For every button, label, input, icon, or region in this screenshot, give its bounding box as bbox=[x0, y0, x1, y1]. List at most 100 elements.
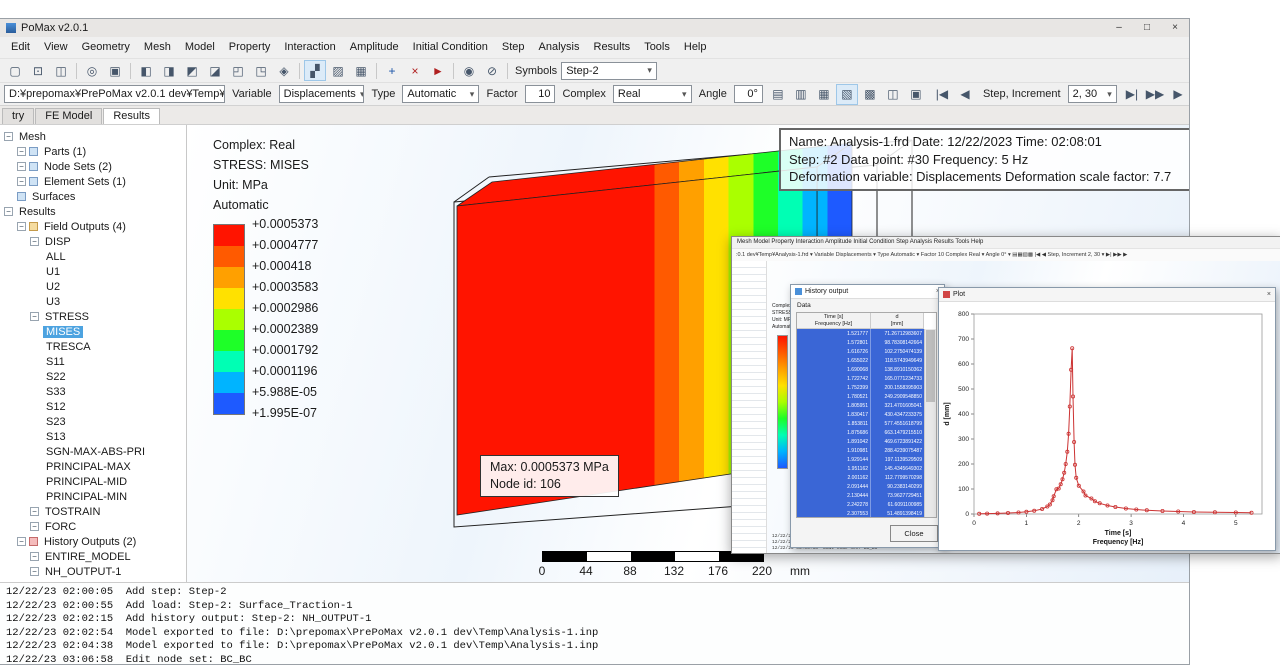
transparency-icon[interactable]: ▨ bbox=[327, 60, 349, 81]
tree-item-s11[interactable]: S11 bbox=[0, 354, 186, 369]
table-row[interactable]: 1.722742 165.0771234733 bbox=[797, 374, 924, 383]
tree-item-s13[interactable]: S13 bbox=[0, 429, 186, 444]
no-contour-icon[interactable]: ▩ bbox=[859, 84, 881, 105]
scrollbar-thumb[interactable] bbox=[926, 330, 935, 402]
table-row[interactable]: 1.655022 118.5743949649 bbox=[797, 356, 924, 365]
table-row[interactable]: 1.572801 98.78308142664 bbox=[797, 338, 924, 347]
expander-icon[interactable] bbox=[30, 552, 39, 561]
front-view-icon[interactable]: ◧ bbox=[135, 60, 157, 81]
menu-item-property[interactable]: Property bbox=[222, 37, 278, 58]
table-row[interactable]: 1.853811 577.4551618799 bbox=[797, 419, 924, 428]
results-file-dropdown[interactable]: D:¥prepomax¥PrePoMax v2.0.1 dev¥Temp¥Ana… bbox=[4, 85, 226, 103]
hide-icon[interactable]: ⊘ bbox=[481, 60, 503, 81]
tree-item-surfaces[interactable]: Surfaces bbox=[0, 189, 186, 204]
table-row[interactable]: 2.242278 61.6091100985 bbox=[797, 500, 924, 509]
menu-item-interaction[interactable]: Interaction bbox=[277, 37, 342, 58]
bottom-view-icon[interactable]: ◳ bbox=[250, 60, 272, 81]
animate-icon[interactable]: ◫ bbox=[882, 84, 904, 105]
table-row[interactable]: 1.780521 249.2909548850 bbox=[797, 392, 924, 401]
tree-item-disp[interactable]: DISP bbox=[0, 234, 186, 249]
history-dialog-titlebar[interactable]: History output × bbox=[791, 285, 944, 299]
expander-icon[interactable] bbox=[30, 312, 39, 321]
close-button[interactable]: × bbox=[1161, 19, 1189, 37]
undeformed-icon[interactable]: ▥ bbox=[790, 84, 812, 105]
tree-item-stress[interactable]: STRESS bbox=[0, 309, 186, 324]
tree-item-results[interactable]: Results bbox=[0, 204, 186, 219]
variable-dropdown[interactable]: Displacements bbox=[278, 85, 365, 103]
expander-icon[interactable] bbox=[4, 132, 13, 141]
history-output-dialog[interactable]: History output × Data Time [s] Frequency… bbox=[790, 284, 945, 548]
expander-icon[interactable] bbox=[30, 237, 39, 246]
last-increment-icon[interactable]: ▶▶ bbox=[1144, 84, 1166, 105]
tab-results[interactable]: Results bbox=[103, 108, 160, 124]
tree-item-node-sets-2[interactable]: Node Sets (2) bbox=[0, 159, 186, 174]
plot-window[interactable]: Plot × 0 100 200 300 400 500 600 700 800 0 1 2 3 4 5 Ti… bbox=[938, 287, 1276, 551]
tree-item-s23[interactable]: S23 bbox=[0, 414, 186, 429]
tree-item-tresca[interactable]: TRESCA bbox=[0, 339, 186, 354]
tab-try[interactable]: try bbox=[2, 108, 35, 124]
angle-input[interactable]: 0° bbox=[733, 85, 763, 103]
table-row[interactable]: 1.875686 663.1479215510 bbox=[797, 428, 924, 437]
tree-item-mises[interactable]: MISES bbox=[0, 324, 186, 339]
secondary-menu-bar[interactable]: Mesh Model Property Interaction Amplitud… bbox=[732, 237, 1280, 248]
right-view-icon[interactable]: ◪ bbox=[204, 60, 226, 81]
table-row[interactable]: 1.690068 138.8910150362 bbox=[797, 365, 924, 374]
previous-increment-icon[interactable]: ◀ bbox=[954, 84, 976, 105]
remove-annotations-icon[interactable]: × bbox=[404, 60, 426, 81]
secondary-window[interactable]: Mesh Model Property Interaction Amplitud… bbox=[731, 236, 1280, 554]
complex-dropdown[interactable]: Real bbox=[612, 85, 692, 103]
tree-item-all[interactable]: ALL bbox=[0, 249, 186, 264]
tree-item-u3[interactable]: U3 bbox=[0, 294, 186, 309]
expander-icon[interactable] bbox=[17, 177, 26, 186]
deformed-undeformed-icon[interactable]: ▦ bbox=[813, 84, 835, 105]
tree-item-s12[interactable]: S12 bbox=[0, 399, 186, 414]
menu-item-geometry[interactable]: Geometry bbox=[75, 37, 137, 58]
secondary-toolbar[interactable]: :0.1 dev¥Temp¥Analysis-1.frd ▾ Variable … bbox=[732, 248, 1280, 262]
tree-item-nh-output-1[interactable]: NH_OUTPUT-1 bbox=[0, 564, 186, 579]
table-row[interactable]: 1.805951 321.4701605041 bbox=[797, 401, 924, 410]
left-view-icon[interactable]: ◩ bbox=[181, 60, 203, 81]
table-scrollbar[interactable] bbox=[924, 329, 936, 517]
close-dialog-button[interactable]: Close bbox=[890, 525, 938, 542]
tree-item-forc[interactable]: FORC bbox=[0, 519, 186, 534]
fit-view-icon[interactable]: ▣ bbox=[104, 60, 126, 81]
back-view-icon[interactable]: ◨ bbox=[158, 60, 180, 81]
tree-item-mesh[interactable]: Mesh bbox=[0, 129, 186, 144]
new-file-icon[interactable]: ▢ bbox=[4, 60, 26, 81]
tree-item-s22[interactable]: S22 bbox=[0, 369, 186, 384]
table-row[interactable]: 2.130444 73.9627729451 bbox=[797, 491, 924, 500]
tree-item-entire-model[interactable]: ENTIRE_MODEL bbox=[0, 549, 186, 564]
minimize-button[interactable]: – bbox=[1105, 19, 1133, 37]
wireframe-icon[interactable]: ▦ bbox=[350, 60, 372, 81]
tree-item-element-sets-1[interactable]: Element Sets (1) bbox=[0, 174, 186, 189]
open-file-icon[interactable]: ⊡ bbox=[27, 60, 49, 81]
play-animation-icon[interactable]: ▶ bbox=[1167, 84, 1189, 105]
table-row[interactable]: 1.910981 288.4239075487 bbox=[797, 446, 924, 455]
menu-item-help[interactable]: Help bbox=[677, 37, 714, 58]
iso-view-icon[interactable]: ◈ bbox=[273, 60, 295, 81]
expander-icon[interactable] bbox=[17, 162, 26, 171]
tree-item-parts-1[interactable]: Parts (1) bbox=[0, 144, 186, 159]
tree-item-sgn-max-abs-pri[interactable]: SGN-MAX-ABS-PRI bbox=[0, 444, 186, 459]
tree-item-field-outputs-4[interactable]: Field Outputs (4) bbox=[0, 219, 186, 234]
table-row[interactable]: 1.521777 71.26712983607 bbox=[797, 329, 924, 338]
section-view-icon[interactable]: ▞ bbox=[304, 60, 326, 81]
tab-fe-model[interactable]: FE Model bbox=[35, 108, 103, 124]
history-table-body[interactable]: 1.521777 71.26712983607 1.572801 98.7830814… bbox=[797, 329, 924, 517]
show-icon[interactable]: ◉ bbox=[458, 60, 480, 81]
menu-item-edit[interactable]: Edit bbox=[4, 37, 37, 58]
record-icon[interactable]: ▣ bbox=[905, 84, 927, 105]
type-dropdown[interactable]: Automatic bbox=[402, 85, 480, 103]
expander-icon[interactable] bbox=[30, 507, 39, 516]
table-row[interactable]: 1.929144 197.1139529509 bbox=[797, 455, 924, 464]
query-icon[interactable]: + bbox=[381, 60, 403, 81]
save-icon[interactable]: ◫ bbox=[50, 60, 72, 81]
menu-item-results[interactable]: Results bbox=[587, 37, 638, 58]
plot-window-titlebar[interactable]: Plot × bbox=[939, 288, 1275, 302]
table-row[interactable]: 1.830417 430.4347233375 bbox=[797, 410, 924, 419]
table-row[interactable]: 1.951162 145.4345649302 bbox=[797, 464, 924, 473]
table-row[interactable]: 1.752399 200.1558395903 bbox=[797, 383, 924, 392]
title-bar[interactable]: PoMax v2.0.1 – □ × bbox=[0, 19, 1189, 37]
deformed-icon[interactable]: ▤ bbox=[767, 84, 789, 105]
tree-item-tostrain[interactable]: TOSTRAIN bbox=[0, 504, 186, 519]
